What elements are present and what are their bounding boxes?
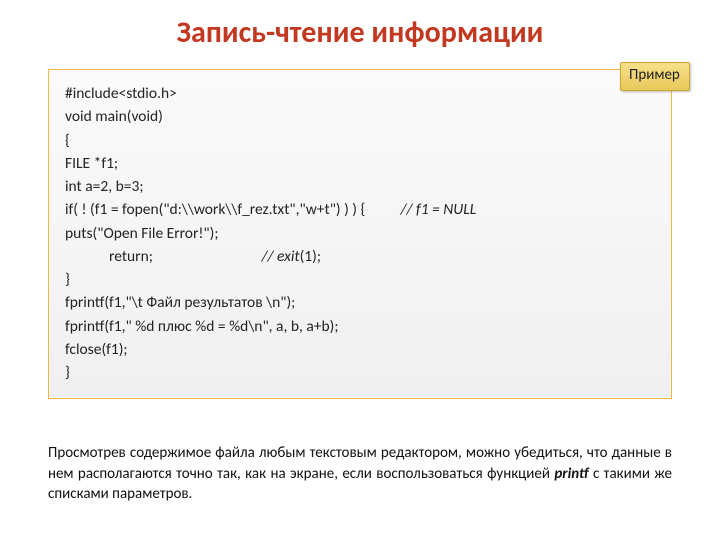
code-line: int a=2, b=3;: [65, 175, 655, 198]
code-line: return; // exit(1);: [65, 245, 655, 268]
code-line: }: [65, 268, 655, 291]
code-line: fclose(f1);: [65, 338, 655, 361]
code-line: {: [65, 129, 655, 152]
page-title: Запись-чтение информации: [0, 0, 720, 61]
code-line: fprintf(f1," %d плюс %d = %d\n", a, b, a…: [65, 315, 655, 338]
note-bold: printf: [554, 465, 588, 483]
code-line: #include<stdio.h>: [65, 82, 655, 105]
code-line: }: [65, 361, 655, 384]
footer-note: Просмотрев содержимое файла любым тексто…: [48, 443, 672, 504]
code-line: fprintf(f1,"\t Файл результатов \n");: [65, 291, 655, 314]
code-line: FILE *f1;: [65, 152, 655, 175]
code-line: if( ! (f1 = fopen("d:\\work\\f_rez.txt",…: [65, 198, 655, 221]
code-line: void main(void): [65, 105, 655, 128]
example-badge: Пример: [620, 62, 690, 91]
code-line: puts("Open File Error!");: [65, 222, 655, 245]
code-block: #include<stdio.h> void main(void) { FILE…: [48, 69, 672, 399]
